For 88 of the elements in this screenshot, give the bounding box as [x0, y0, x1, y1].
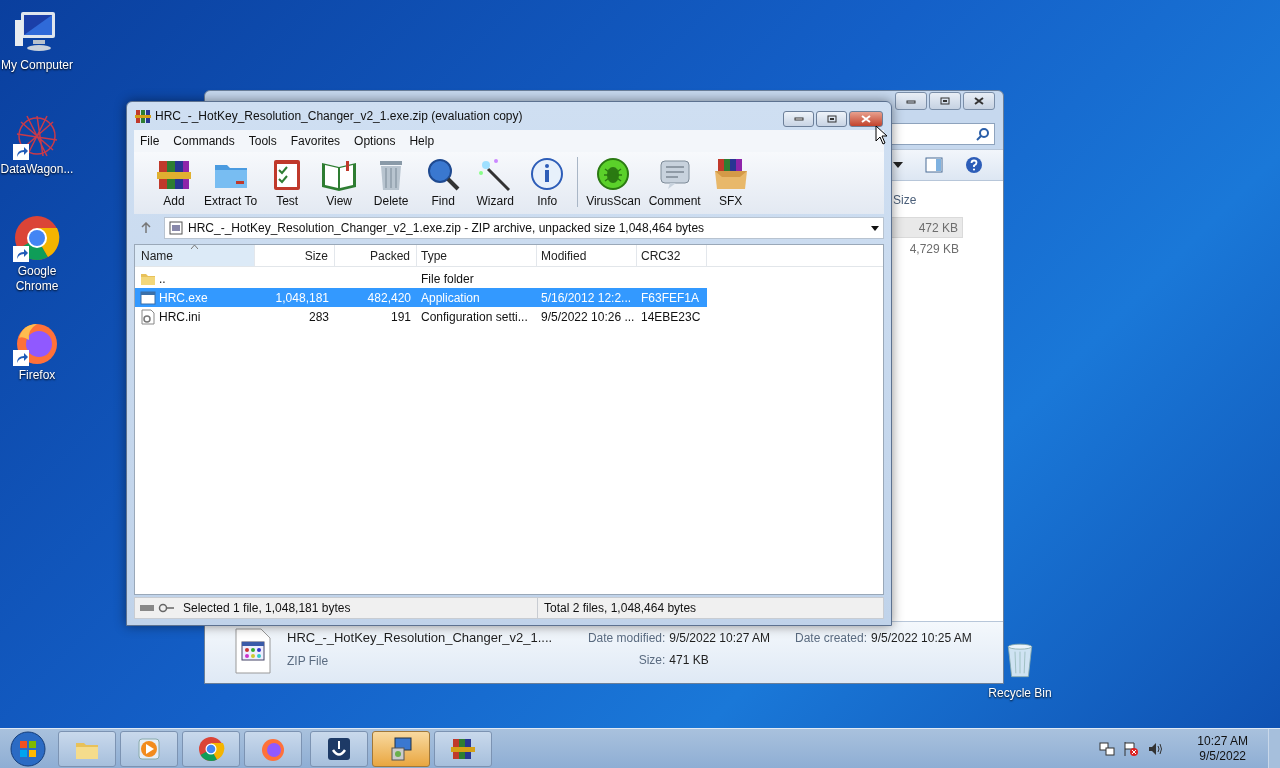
flag-error-icon[interactable]: [1123, 740, 1140, 757]
file-name: ..: [159, 270, 166, 288]
taskbar-button[interactable]: [310, 730, 368, 767]
toolbar-button[interactable]: Delete: [365, 155, 418, 208]
icon-label[interactable]: Google Chrome: [0, 264, 74, 294]
taskbar-button[interactable]: [372, 730, 430, 767]
minimize-icon: [906, 98, 916, 104]
maximize-button[interactable]: [929, 92, 961, 110]
field-value: 9/5/2022 10:27 AM: [669, 630, 772, 647]
toolbar-button[interactable]: Comment: [644, 155, 705, 208]
zip-file-icon: [235, 628, 271, 674]
toolbar-button[interactable]: Find: [417, 155, 470, 208]
chrome-icon[interactable]: [13, 214, 61, 262]
minimize-button[interactable]: [783, 111, 814, 127]
path-dropdown[interactable]: HRC_-_HotKey_Resolution_Changer_v2_1.exe.zip - ZIP archive, unpacked size 1,048,464 bytes: [164, 217, 884, 239]
search-icon[interactable]: [976, 127, 990, 141]
field-label: Date created:: [795, 630, 868, 647]
file-row[interactable]: .. File folder: [135, 269, 707, 288]
column-header[interactable]: Size: [255, 245, 335, 266]
menu-item[interactable]: File: [140, 132, 160, 150]
maximize-icon: [940, 97, 950, 105]
toolbar-button[interactable]: Add: [148, 155, 200, 208]
toolbar-button[interactable]: Info: [521, 155, 574, 208]
field-label: Date modified:: [586, 630, 666, 647]
file-name: HRC.ini: [159, 308, 201, 326]
file-name: HRC_-_HotKey_Resolution_Changer_v2_1....: [287, 629, 554, 647]
status-text: Selected 1 file, 1,048,181 bytes: [183, 600, 352, 617]
file-name: HRC.exe: [159, 289, 208, 307]
maximize-icon: [826, 115, 837, 123]
menu-item[interactable]: Options: [354, 132, 396, 150]
field-value: 471 KB: [669, 652, 710, 669]
column-header[interactable]: Name: [135, 245, 255, 266]
menu-item[interactable]: Commands: [173, 132, 235, 150]
column-header[interactable]: CRC32: [637, 245, 707, 266]
table-cell-text: F63FEF1A: [641, 289, 700, 307]
table-cell-text: 1,048,181: [275, 289, 329, 307]
column-header[interactable]: Packed: [335, 245, 417, 266]
clock[interactable]: 10:27 AM 9/5/2022: [1197, 733, 1248, 764]
caret-icon: [871, 225, 879, 231]
table-cell-text: File folder: [421, 270, 474, 288]
close-icon: [861, 115, 871, 123]
field-label: Size:: [637, 652, 666, 669]
table-cell-text: 191: [390, 308, 411, 326]
column-header[interactable]: Type: [417, 245, 537, 266]
close-button[interactable]: [849, 111, 883, 127]
column-header[interactable]: Size: [893, 191, 917, 209]
icon-label[interactable]: Firefox: [18, 368, 56, 383]
table-cell-text: 5/16/2012 12:2...: [541, 289, 632, 307]
column-header[interactable]: Modified: [537, 245, 637, 266]
taskbar-button[interactable]: [434, 730, 492, 767]
drive-key-icon: [139, 603, 175, 613]
table-cell-text: Application: [421, 289, 480, 307]
file-row[interactable]: HRC.ini 283 191 Configuration setti... 9/5/2022 10:26 ... 14EBE23C: [135, 307, 707, 326]
close-button[interactable]: [963, 92, 995, 110]
field-value: 9/5/2022 10:25 AM: [871, 630, 972, 647]
size-cell-text: 4,729 KB: [908, 240, 960, 258]
menu-item[interactable]: Tools: [248, 132, 277, 150]
settings-file-icon: [140, 308, 156, 325]
status-text: Total 2 files, 1,048,464 bytes: [544, 600, 698, 617]
close-icon: [974, 97, 984, 105]
menu-item[interactable]: Help: [409, 132, 435, 150]
window-title: HRC_-_HotKey_Resolution_Changer_v2_1.exe.zip (evaluation copy): [155, 108, 524, 125]
table-cell-text: 482,420: [367, 289, 411, 307]
table-cell-text: 9/5/2022 10:26 ...: [541, 308, 635, 326]
toolbar-button[interactable]: Test: [261, 155, 314, 208]
table-cell-text: Configuration setti...: [421, 308, 528, 326]
table-cell-text: 14EBE23C: [641, 308, 701, 326]
size-cell: 472 KB: [891, 217, 963, 238]
menu-item[interactable]: Favorites: [290, 132, 341, 150]
books-icon: [135, 108, 151, 124]
chrome-icon: [197, 734, 225, 763]
toolbar-button[interactable]: SFX: [704, 155, 757, 208]
archive-icon: [169, 221, 183, 235]
minimize-button[interactable]: [895, 92, 927, 110]
toolbar-button[interactable]: View: [313, 155, 366, 208]
maximize-button[interactable]: [816, 111, 847, 127]
toolbar-button[interactable]: Wizard: [469, 155, 522, 208]
icon-label[interactable]: My Computer: [1, 58, 73, 73]
help-icon[interactable]: [965, 156, 983, 174]
icon-label[interactable]: Recycle Bin: [988, 686, 1052, 701]
file-type: ZIP File: [287, 652, 330, 670]
dropdown-caret-icon[interactable]: [893, 162, 903, 168]
network-icon[interactable]: [1099, 740, 1116, 757]
application-icon: [140, 289, 156, 306]
toolbar-button[interactable]: Extract To: [200, 155, 262, 208]
table-cell-text: 283: [308, 308, 329, 326]
toolbar-button[interactable]: VirusScan: [582, 155, 645, 208]
icon-label[interactable]: DataWagon...: [0, 162, 74, 177]
